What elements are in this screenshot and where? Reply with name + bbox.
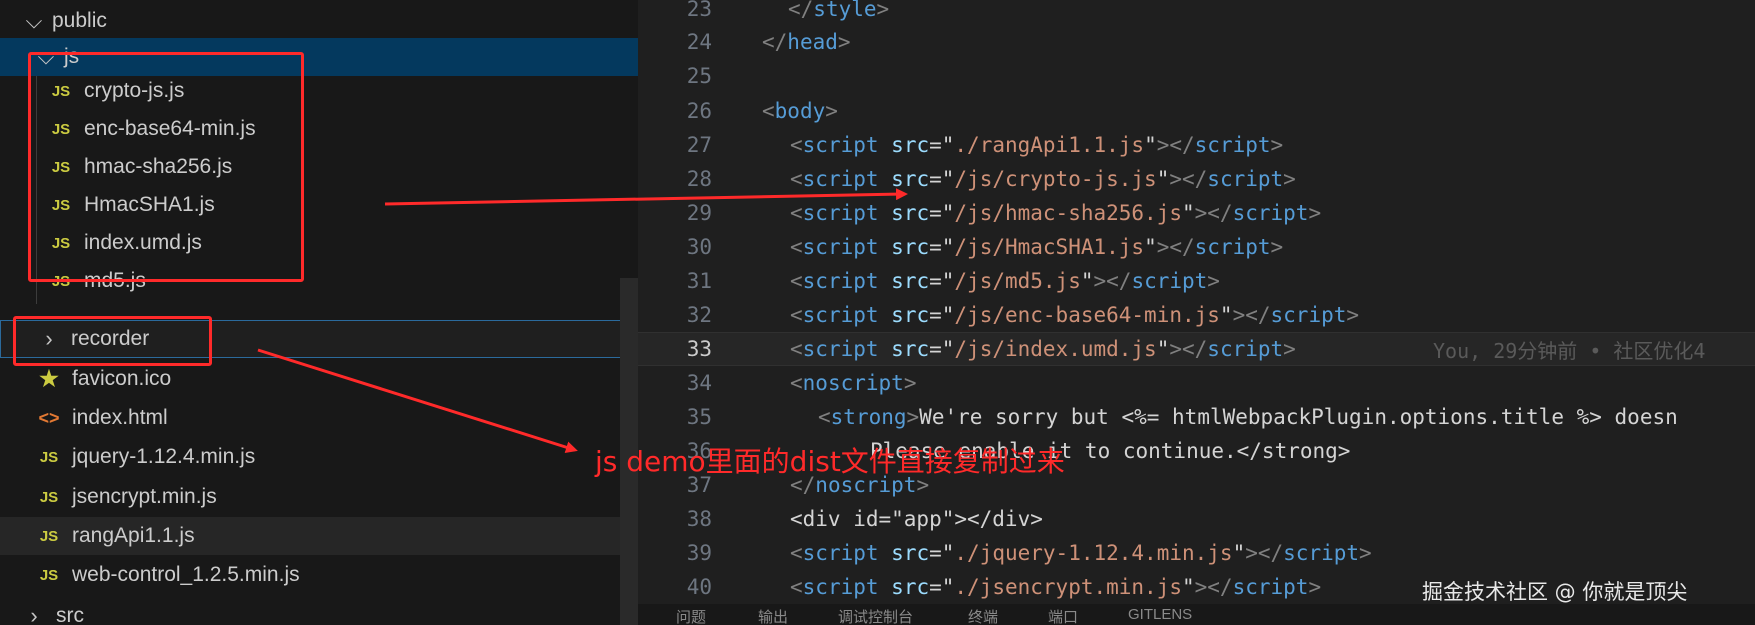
watermark: 掘金技术社区 @ 你就是顶尖	[1422, 580, 1688, 604]
arrow-to-note	[257, 348, 578, 454]
annotation-arrows	[257, 188, 908, 454]
annotation-text: js demo里面的dist文件直接复制过来	[595, 445, 1065, 478]
arrow-to-code	[384, 188, 908, 206]
